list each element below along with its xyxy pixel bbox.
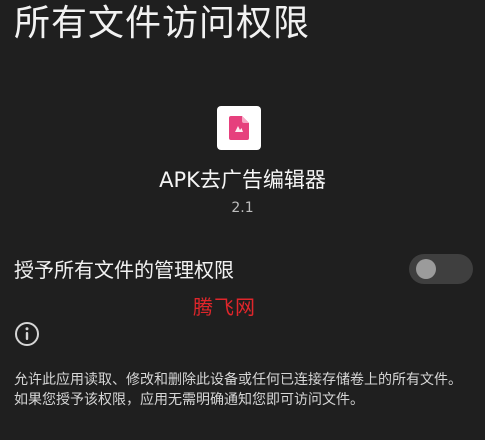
- permission-label: 授予所有文件的管理权限: [14, 258, 234, 282]
- app-version: 2.1: [231, 200, 254, 216]
- all-files-access-toggle[interactable]: [409, 254, 473, 284]
- info-icon: [14, 321, 40, 347]
- permission-description: 允许此应用读取、修改和删除此设备或任何已连接存储卷上的所有文件。如果您授予该权限…: [14, 372, 462, 408]
- document-app-icon: [229, 116, 249, 140]
- app-name: APK去广告编辑器: [159, 168, 326, 192]
- app-icon: [217, 106, 261, 150]
- watermark-text: 腾飞网: [193, 295, 256, 319]
- toggle-knob: [416, 259, 436, 279]
- page-title: 所有文件访问权限: [14, 3, 311, 44]
